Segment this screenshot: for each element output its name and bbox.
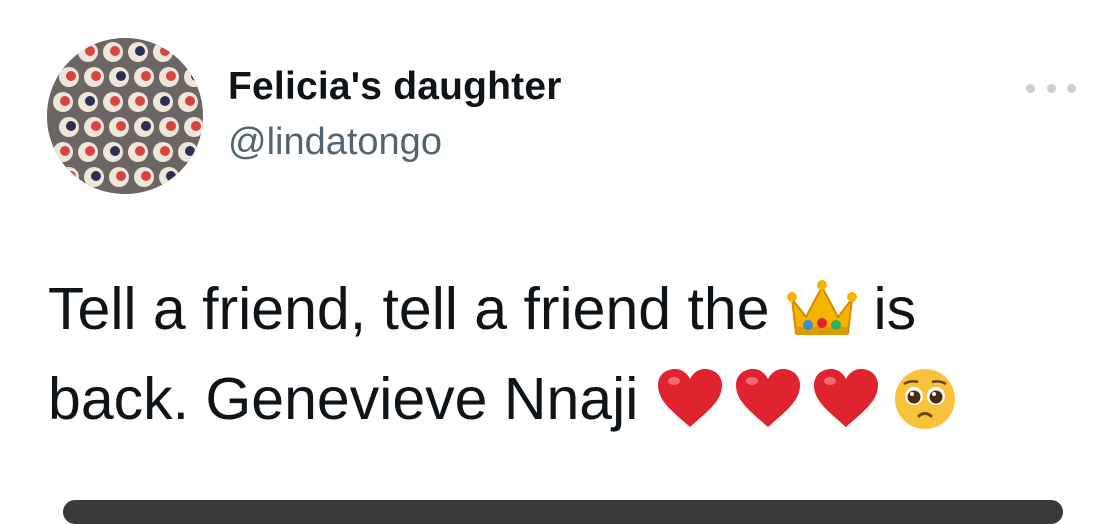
pleading-face-emoji [895,369,956,429]
tweet-text-segment: is [873,276,917,342]
author-display-name[interactable]: Felicia's daughter [228,65,562,109]
tweet-text-segment: Tell a friend, tell a friend the [48,276,770,342]
dot [1067,83,1076,93]
red-heart-emoji [736,369,801,427]
avatar-photo [47,38,203,194]
crown-emoji [786,280,857,335]
more-dots-icon[interactable] [1026,76,1076,100]
tweet-line-1: Tell a friend, tell a friend the is [48,264,1058,354]
dot [1026,83,1035,93]
media-preview[interactable] [63,500,1063,524]
tweet-line-2: back. Genevieve Nnaji [48,354,1058,444]
red-heart-emoji [814,369,879,427]
tweet-text-segment: back. Genevieve Nnaji [48,366,639,432]
dot [1046,83,1056,93]
author-handle[interactable]: @lindatongo [228,121,442,164]
red-heart-emoji [658,369,723,427]
tweet-text: Tell a friend, tell a friend the is back… [48,264,1058,444]
tweet-card: Felicia's daughter @lindatongo Tell a fr… [0,0,1096,524]
avatar[interactable] [47,38,203,194]
